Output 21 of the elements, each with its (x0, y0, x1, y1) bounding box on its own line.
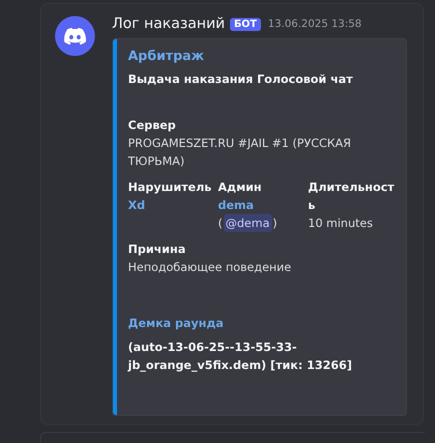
field-name: Админ (218, 179, 263, 196)
bot-badge: БОТ (230, 18, 261, 30)
user-mention[interactable]: @dema (224, 214, 272, 232)
paren-text: ( (218, 215, 222, 232)
user-link[interactable]: dema (218, 198, 254, 212)
field-name: Длительность (308, 179, 396, 214)
author-name[interactable]: Лог наказаний (112, 16, 225, 32)
embed-title: Арбитраж (128, 49, 206, 64)
embed-section-title: Демка раунда (128, 316, 224, 330)
field-name: Нарушитель (128, 179, 213, 196)
field-value: Неподобающее поведение (128, 259, 292, 276)
timestamp: 13.06.2025 13:58 (268, 18, 362, 30)
paren-text: ) (272, 215, 278, 232)
embed-section-text: (auto-13-06-25--13-55-33-jb_orange_v5fix.dem) [тик: 13266] (128, 339, 353, 374)
field-value: PROGAMESZET.RU #JAIL #1 (РУССКАЯ ТЮРЬМА) (128, 135, 352, 170)
embed-description: Выдача наказания Голосовой чат (128, 72, 354, 86)
user-link[interactable]: Xd (128, 196, 218, 214)
field-name: Сервер (128, 117, 177, 134)
bot-avatar-icon (55, 16, 95, 56)
field-name: Причина (128, 241, 187, 258)
field-value: 10 minutes (308, 215, 374, 232)
